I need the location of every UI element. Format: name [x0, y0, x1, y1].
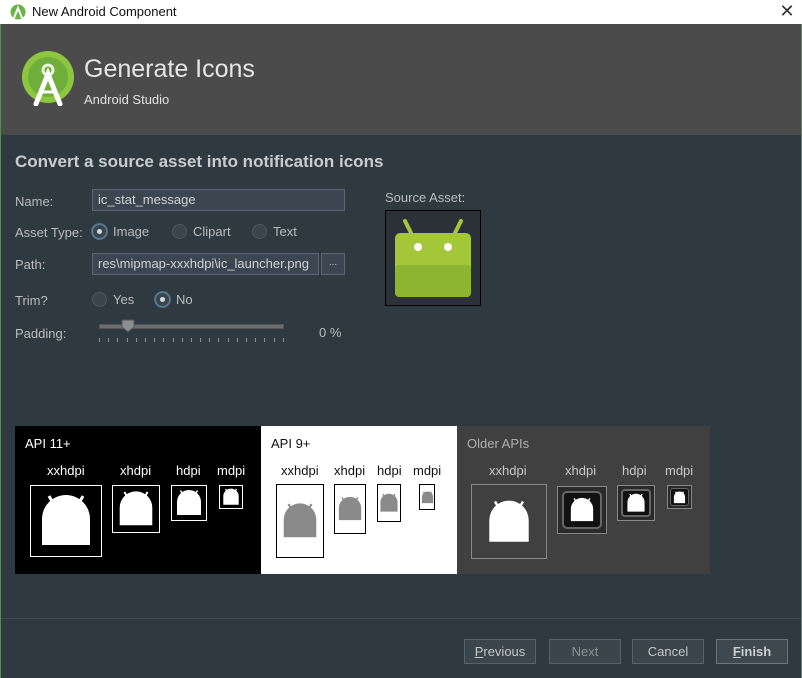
- android-notification-icon: [627, 493, 645, 512]
- density-label: xxhdpi: [47, 463, 85, 478]
- icon-preview-xxhdpi: [276, 484, 324, 558]
- density-label: hdpi: [377, 463, 402, 478]
- panel-title: Older APIs: [467, 436, 530, 451]
- icon-preview-xhdpi: [112, 485, 160, 533]
- path-field[interactable]: res\mipmap-xxxhdpi\ic_launcher.png: [92, 253, 319, 275]
- android-notification-icon: [223, 488, 239, 505]
- trim-yes-radio[interactable]: Yes: [92, 292, 134, 307]
- android-notification-icon: [570, 497, 594, 522]
- android-studio-logo-icon: [22, 51, 74, 106]
- density-label: mdpi: [665, 463, 694, 478]
- android-notification-icon: [421, 490, 433, 503]
- radio-selected-icon: [155, 292, 170, 307]
- android-launcher-icon: [395, 219, 471, 297]
- icon-preview-mdpi: [219, 485, 243, 509]
- wizard-header: Generate Icons Android Studio: [1, 24, 801, 135]
- android-notification-icon: [489, 500, 529, 542]
- padding-slider-thumb[interactable]: [121, 319, 135, 333]
- slider-ticks: [99, 338, 284, 342]
- padding-label: Padding:: [15, 326, 67, 341]
- density-label: xhdpi: [334, 463, 366, 478]
- page-subtitle: Android Studio: [84, 92, 170, 107]
- icon-preview-xxhdpi: [30, 485, 102, 557]
- android-notification-icon: [42, 495, 90, 545]
- page-title: Generate Icons: [84, 55, 255, 83]
- footer-divider: [1, 618, 801, 619]
- density-label: mdpi: [413, 463, 442, 478]
- density-label: xhdpi: [120, 463, 152, 478]
- radio-icon: [252, 224, 267, 239]
- icon-preview-xhdpi: [334, 484, 366, 534]
- radio-icon: [92, 292, 107, 307]
- asset-type-text-radio[interactable]: Text: [252, 224, 297, 239]
- name-field[interactable]: ic_stat_message: [92, 189, 345, 211]
- browse-button[interactable]: ...: [321, 253, 345, 275]
- previous-button[interactable]: Previous: [464, 639, 536, 664]
- android-notification-icon: [673, 490, 686, 503]
- next-button[interactable]: Next: [549, 639, 621, 664]
- icon-preview-mdpi: [667, 485, 692, 509]
- cancel-button[interactable]: Cancel: [632, 639, 704, 664]
- android-notification-icon: [283, 503, 317, 538]
- padding-value: 0 %: [319, 325, 342, 340]
- source-asset-label: Source Asset:: [385, 190, 466, 205]
- panel-title: API 11+: [25, 436, 71, 451]
- icon-preview-hdpi: [171, 485, 207, 521]
- preview-panel-older: Older APIs xxhdpi xhdpi hdpi mdpi: [457, 426, 710, 574]
- close-icon[interactable]: ✕: [778, 0, 796, 22]
- density-label: xhdpi: [565, 463, 597, 478]
- name-label: Name:: [15, 194, 54, 209]
- trim-label: Trim?: [15, 293, 48, 308]
- radio-icon: [172, 224, 187, 239]
- android-studio-small-icon: [10, 4, 26, 20]
- title-bar: New Android Component ✕: [0, 0, 802, 24]
- radio-selected-icon: [92, 224, 107, 239]
- icon-preview-xxhdpi: [471, 484, 547, 559]
- dialog-body: Generate Icons Android Studio Convert a …: [0, 24, 802, 678]
- icon-preview-mdpi: [419, 484, 435, 510]
- finish-button[interactable]: Finish: [716, 639, 788, 664]
- density-label: mdpi: [217, 463, 246, 478]
- icon-preview-hdpi: [617, 485, 655, 521]
- asset-type-image-radio[interactable]: Image: [92, 224, 149, 239]
- android-notification-icon: [119, 491, 153, 526]
- preview-panel-api9: API 9+ xxhdpi xhdpi hdpi mdpi: [261, 426, 457, 574]
- android-notification-icon: [338, 496, 362, 521]
- source-asset-preview: [385, 210, 481, 306]
- path-label: Path:: [15, 257, 46, 272]
- density-label: xxhdpi: [281, 463, 319, 478]
- preview-panel-api11: API 11+ xxhdpi xhdpi hdpi mdpi: [15, 426, 261, 574]
- density-label: hdpi: [622, 463, 647, 478]
- window-title: New Android Component: [32, 4, 177, 19]
- density-label: hdpi: [176, 463, 201, 478]
- android-notification-icon: [380, 493, 398, 512]
- asset-type-label: Asset Type:: [15, 225, 83, 240]
- android-notification-icon: [177, 490, 201, 515]
- panel-title: API 9+: [271, 436, 311, 451]
- trim-no-radio[interactable]: No: [155, 292, 193, 307]
- icon-preview-xhdpi: [557, 486, 607, 534]
- asset-type-clipart-radio[interactable]: Clipart: [172, 224, 231, 239]
- icon-preview-hdpi: [377, 484, 401, 522]
- section-title: Convert a source asset into notification…: [15, 152, 384, 171]
- density-label: xxhdpi: [489, 463, 527, 478]
